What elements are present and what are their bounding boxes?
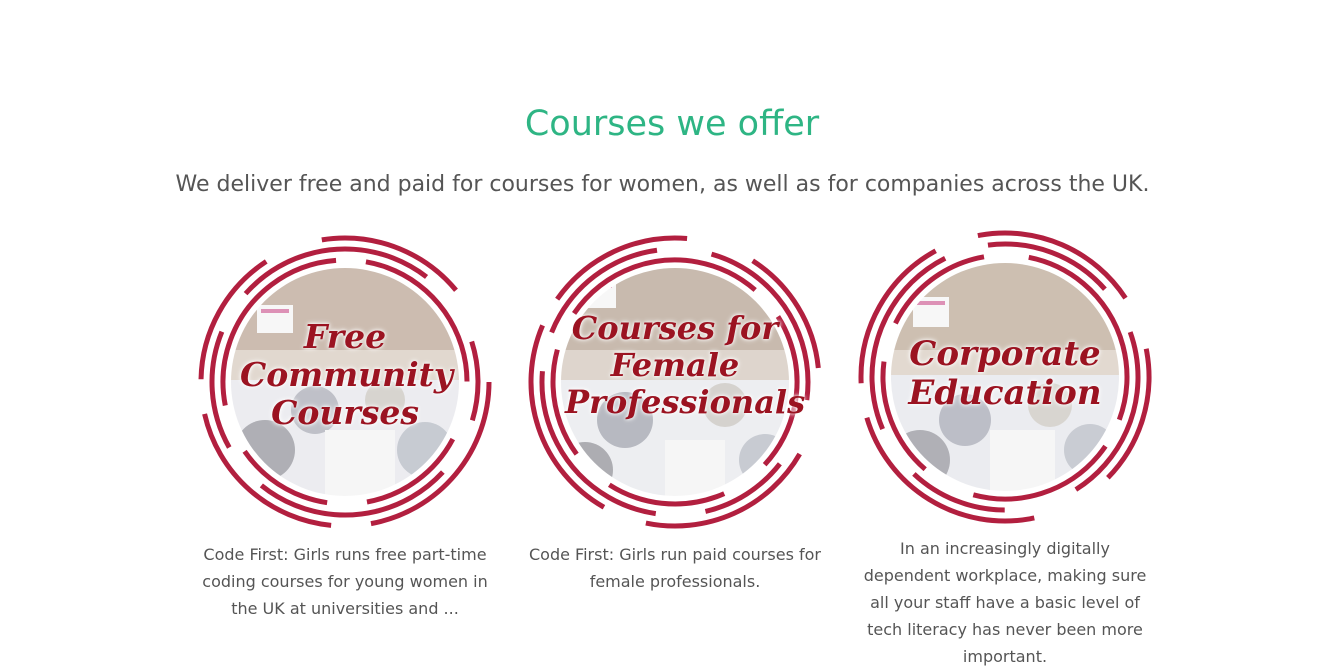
course-badge-image[interactable]: Corporate Education	[855, 225, 1155, 525]
section-title: Courses we offer	[524, 104, 820, 144]
course-badge-title: Corporate Education	[908, 334, 1102, 414]
course-description: In an increasingly digitally dependent w…	[863, 539, 1147, 666]
course-badge-image[interactable]: Courses for Female Professionals	[525, 230, 825, 530]
course-description: Code First: Girls run paid courses for f…	[529, 545, 821, 591]
course-card-corporate-education[interactable]: Corporate Education In an increasingly d…	[855, 225, 1155, 666]
course-badge-image[interactable]: Free Community Courses	[195, 230, 495, 530]
course-description: Code First: Girls runs free part-time co…	[202, 545, 488, 618]
course-badge-title: Free Community Courses	[240, 317, 454, 432]
course-card-female-professionals[interactable]: Courses for Female Professionals Code Fi…	[525, 230, 825, 604]
section-subtitle: We deliver free and paid for courses for…	[175, 172, 1150, 197]
course-badge-title: Courses for Female Professionals	[565, 309, 806, 421]
course-card-free-community[interactable]: Free Community Courses Code First: Girls…	[195, 230, 495, 618]
